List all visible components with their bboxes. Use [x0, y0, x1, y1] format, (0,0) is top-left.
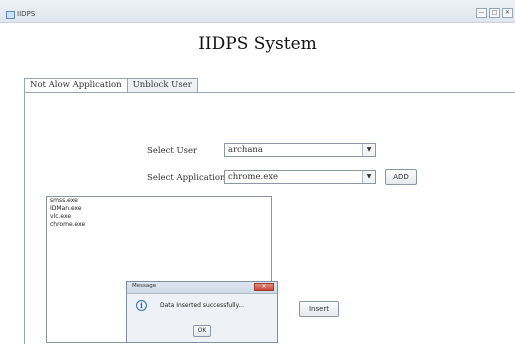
chevron-down-icon[interactable]: ▼: [362, 144, 375, 156]
chevron-down-icon[interactable]: ▼: [362, 171, 375, 183]
select-application-dropdown[interactable]: chrome.exe ▼: [224, 170, 376, 184]
window-controls: — □ ✕: [476, 8, 513, 18]
dialog-title: Message: [132, 283, 157, 289]
close-icon[interactable]: ✕: [254, 283, 274, 291]
select-user-value: archana: [228, 145, 263, 155]
close-button[interactable]: ✕: [502, 8, 513, 18]
list-item[interactable]: chrome.exe: [47, 221, 271, 229]
list-item[interactable]: vlc.exe: [47, 213, 271, 221]
tab-not-allow-application[interactable]: Not Alow Application: [24, 78, 128, 93]
minimize-button[interactable]: —: [476, 8, 487, 18]
insert-button[interactable]: Insert: [299, 301, 339, 317]
app-window: IIDPS — □ ✕ IIDPS System Not Alow Applic…: [0, 0, 515, 344]
select-user-dropdown[interactable]: archana ▼: [224, 143, 376, 157]
select-application-label: Select Application: [147, 173, 226, 183]
select-user-label: Select User: [147, 146, 198, 156]
dialog-title-bar: Message ✕: [127, 282, 277, 294]
list-item[interactable]: IDMan.exe: [47, 205, 271, 213]
title-bar: IIDPS — □ ✕: [0, 0, 515, 23]
select-application-value: chrome.exe: [228, 172, 279, 182]
page-title: IIDPS System: [198, 34, 317, 54]
maximize-button[interactable]: □: [489, 8, 500, 18]
tab-unblock-user[interactable]: Unblock User: [126, 78, 198, 92]
dialog-message: Data Inserted successfully...: [160, 302, 244, 309]
window-title: IIDPS: [17, 10, 36, 18]
tab-bar: Not Alow Application Unblock User: [24, 78, 198, 93]
app-icon: [6, 11, 15, 19]
add-button[interactable]: ADD: [385, 169, 417, 185]
ok-button[interactable]: OK: [193, 325, 211, 337]
info-icon: i: [136, 300, 147, 311]
message-dialog: Message ✕ i Data Inserted successfully..…: [126, 281, 278, 343]
list-item[interactable]: smss.exe: [47, 197, 271, 205]
